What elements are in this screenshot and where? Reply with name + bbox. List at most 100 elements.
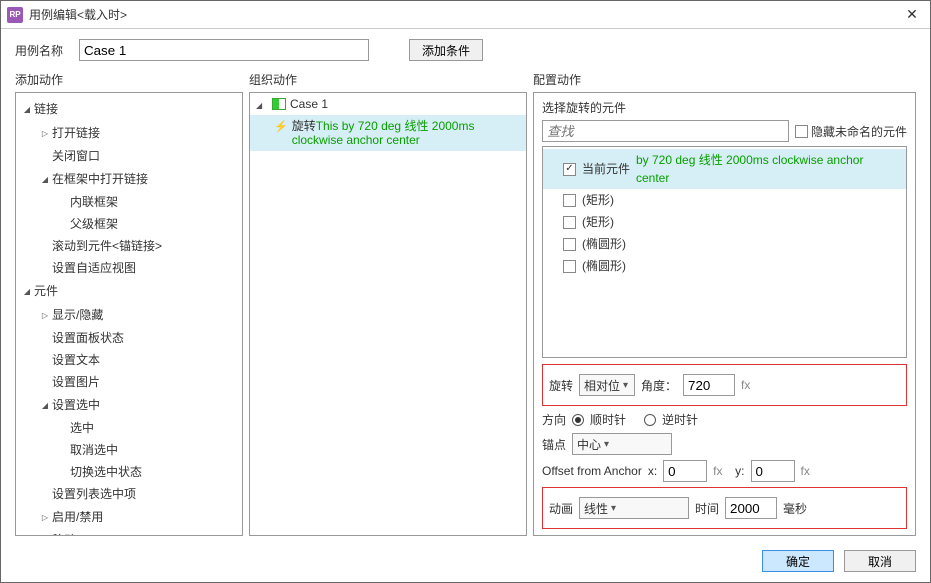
tree-item[interactable]: 元件: [16, 279, 242, 303]
chevron-down-icon[interactable]: [20, 99, 34, 119]
chevron-right-icon[interactable]: [38, 123, 52, 143]
bolt-icon: [274, 119, 288, 133]
anchor-label: 锚点: [542, 436, 566, 453]
chevron-down-icon[interactable]: [38, 169, 52, 189]
case-label: Case 1: [290, 97, 328, 111]
tree-item[interactable]: 切换选中状态: [16, 461, 242, 483]
element-checkbox[interactable]: [563, 163, 576, 176]
close-icon[interactable]: ✕: [900, 3, 924, 27]
tree-item-label: 显示/隐藏: [52, 306, 103, 324]
rotate-mode-select[interactable]: 相对位: [579, 374, 635, 396]
time-input[interactable]: [725, 497, 777, 519]
tree-item-label: 元件: [34, 282, 58, 300]
angle-label: 角度：: [641, 377, 677, 394]
configure-action-header: 配置动作: [533, 67, 916, 92]
chevron-right-icon[interactable]: [38, 507, 52, 527]
tree-item[interactable]: 父级框架: [16, 213, 242, 235]
add-action-header: 添加动作: [15, 67, 243, 92]
counter-clockwise-radio[interactable]: [644, 414, 656, 426]
select-elements-label: 选择旋转的元件: [542, 99, 907, 116]
search-input[interactable]: [542, 120, 789, 142]
chevron-down-icon[interactable]: [20, 281, 34, 301]
time-unit: 毫秒: [783, 500, 807, 517]
tree-item[interactable]: 设置图片: [16, 371, 242, 393]
case-actions-panel: Case 1 旋转This by 720 deg 线性 2000ms clock…: [249, 92, 527, 536]
easing-select[interactable]: 线性: [579, 497, 689, 519]
tree-item[interactable]: 链接: [16, 97, 242, 121]
case-name-label: 用例名称: [15, 42, 71, 59]
organize-action-header: 组织动作: [249, 67, 527, 92]
angle-input[interactable]: [683, 374, 735, 396]
flag-icon: [272, 98, 286, 110]
tree-item[interactable]: 取消选中: [16, 439, 242, 461]
tree-item[interactable]: 打开链接: [16, 121, 242, 145]
clockwise-label: 顺时针: [590, 411, 626, 428]
direction-label: 方向: [542, 411, 566, 428]
tree-item[interactable]: 滚动到元件<锚链接>: [16, 235, 242, 257]
offset-y-fx[interactable]: fx: [801, 464, 817, 478]
tree-item-label: 设置列表选中项: [52, 485, 136, 503]
tree-item[interactable]: 在框架中打开链接: [16, 167, 242, 191]
tree-item-label: 在框架中打开链接: [52, 170, 148, 188]
chevron-down-icon[interactable]: [256, 97, 268, 111]
element-checkbox[interactable]: [563, 194, 576, 207]
element-row[interactable]: (椭圆形): [543, 233, 906, 255]
hide-unnamed-checkbox[interactable]: 隐藏未命名的元件: [795, 123, 907, 140]
tree-item[interactable]: 选中: [16, 417, 242, 439]
ok-button[interactable]: 确定: [762, 550, 834, 572]
case-name-input[interactable]: [79, 39, 369, 61]
tree-item[interactable]: 设置自适应视图: [16, 257, 242, 279]
tree-item-label: 移动: [52, 531, 76, 536]
tree-item[interactable]: 设置列表选中项: [16, 483, 242, 505]
action-rotate-row[interactable]: 旋转This by 720 deg 线性 2000ms clockwise an…: [250, 115, 526, 151]
anchor-select[interactable]: 中心: [572, 433, 672, 455]
tree-item-label: 启用/禁用: [52, 508, 103, 526]
window-title: 用例编辑<载入时>: [29, 6, 900, 23]
element-row[interactable]: (矩形): [543, 211, 906, 233]
angle-fx-button[interactable]: fx: [741, 378, 757, 392]
tree-item[interactable]: 设置选中: [16, 393, 242, 417]
tree-item-label: 设置选中: [52, 396, 100, 414]
tree-item-label: 取消选中: [70, 441, 118, 459]
tree-item-label: 内联框架: [70, 193, 118, 211]
element-row[interactable]: (矩形): [543, 189, 906, 211]
rotate-label: 旋转: [549, 377, 573, 394]
element-checkbox[interactable]: [563, 216, 576, 229]
tree-item-label: 父级框架: [70, 215, 118, 233]
offset-x-input[interactable]: [663, 460, 707, 482]
element-label: (椭圆形): [582, 257, 626, 275]
titlebar: RP 用例编辑<载入时> ✕: [1, 1, 930, 29]
chevron-right-icon[interactable]: [38, 305, 52, 325]
chevron-down-icon[interactable]: [38, 395, 52, 415]
element-list: 当前元件 by 720 deg 线性 2000ms clockwise anch…: [542, 146, 907, 358]
tree-item[interactable]: 设置面板状态: [16, 327, 242, 349]
offset-y-input[interactable]: [751, 460, 795, 482]
tree-item-label: 设置文本: [52, 351, 100, 369]
tree-item[interactable]: 内联框架: [16, 191, 242, 213]
element-row[interactable]: (椭圆形): [543, 255, 906, 277]
element-row[interactable]: 当前元件 by 720 deg 线性 2000ms clockwise anch…: [543, 149, 906, 189]
offset-x-fx[interactable]: fx: [713, 464, 729, 478]
tree-item-label: 链接: [34, 100, 58, 118]
tree-item-label: 打开链接: [52, 124, 100, 142]
tree-item[interactable]: 关闭窗口: [16, 145, 242, 167]
cancel-button[interactable]: 取消: [844, 550, 916, 572]
case-node[interactable]: Case 1: [250, 93, 526, 115]
case-name-row: 用例名称 添加条件: [1, 29, 930, 67]
element-checkbox[interactable]: [563, 238, 576, 251]
tree-item[interactable]: 显示/隐藏: [16, 303, 242, 327]
time-label: 时间: [695, 500, 719, 517]
tree-item[interactable]: 启用/禁用: [16, 505, 242, 529]
counter-clockwise-label: 逆时针: [662, 411, 698, 428]
element-label: 当前元件: [582, 160, 630, 178]
app-icon: RP: [7, 7, 23, 23]
action-text: 旋转This by 720 deg 线性 2000ms clockwise an…: [292, 119, 520, 147]
clockwise-radio[interactable]: [572, 414, 584, 426]
tree-item[interactable]: 移动: [16, 529, 242, 536]
add-condition-button[interactable]: 添加条件: [409, 39, 483, 61]
element-label: (矩形): [582, 213, 614, 231]
element-checkbox[interactable]: [563, 260, 576, 273]
animation-label: 动画: [549, 500, 573, 517]
tree-item[interactable]: 设置文本: [16, 349, 242, 371]
case-editor-window: RP 用例编辑<载入时> ✕ 用例名称 添加条件 添加动作 链接打开链接关闭窗口…: [0, 0, 931, 583]
